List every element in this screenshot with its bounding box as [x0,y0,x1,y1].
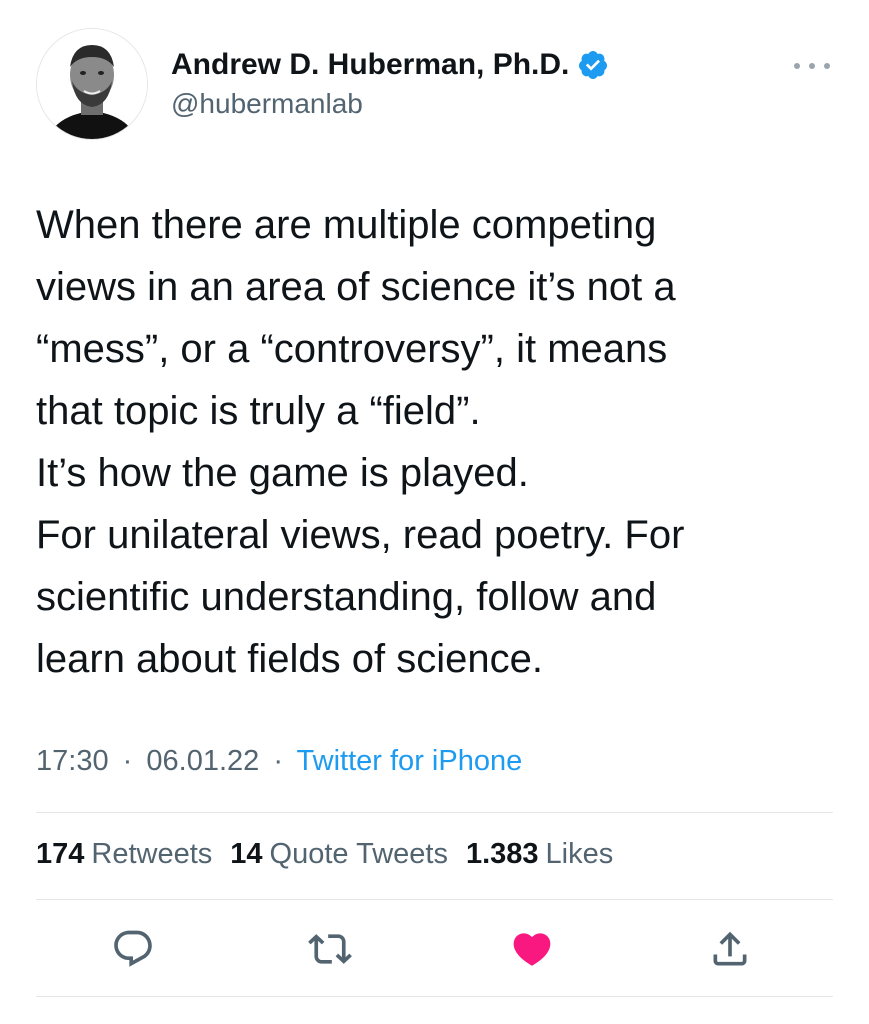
tweet-text-line: “mess”, or a “controversy”, it means [36,327,668,371]
likes-stat[interactable]: 1.383 Likes [466,838,613,871]
divider [36,899,833,900]
tweet-meta: 17:30 · 06.01.22 · Twitter for iPhone [36,745,522,778]
quote-tweets-count: 14 [230,838,263,870]
retweet-button[interactable] [308,927,352,971]
more-dot-icon [824,63,830,69]
tweet-text-line: When there are multiple competing [36,203,657,247]
retweets-count: 174 [36,838,85,870]
author-name-row[interactable]: Andrew D. Huberman, Ph.D. [171,48,609,82]
quote-tweets-label: Quote Tweets [269,838,448,870]
tweet-text: When there are multiple competing views … [36,194,836,690]
retweet-icon [308,934,352,964]
reply-icon [114,930,152,967]
retweets-stat[interactable]: 174 Retweets [36,838,212,871]
reply-button[interactable] [111,927,155,971]
share-icon [713,931,747,966]
share-button[interactable] [708,927,752,971]
more-dot-icon [794,63,800,69]
like-icon [513,933,551,966]
author-handle[interactable]: @hubermanlab [171,88,363,120]
more-dot-icon [809,63,815,69]
tweet-text-line: For unilateral views, read poetry. For [36,513,685,557]
tweet-text-line: It’s how the game is played. [36,451,529,495]
tweet-time[interactable]: 17:30 [36,745,109,777]
tweet-text-line: scientific understanding, follow and [36,575,657,619]
tweet-text-line: that topic is truly a “field”. [36,389,481,433]
likes-label: Likes [545,838,614,870]
avatar[interactable] [36,28,148,140]
tweet-date[interactable]: 06.01.22 [146,745,259,777]
meta-separator: · [122,745,133,777]
verified-badge-icon [577,49,609,81]
more-options-button[interactable] [794,56,830,76]
divider [36,812,833,813]
meta-separator: · [273,745,283,777]
tweet-text-line: learn about fields of science. [36,637,543,681]
tweet-source-link[interactable]: Twitter for iPhone [297,745,523,777]
tweet-text-line: views in an area of science it’s not a [36,265,676,309]
avatar-image [37,29,147,139]
tweet-stats: 174 Retweets 14 Quote Tweets 1.383 Likes [36,838,631,871]
author-display-name[interactable]: Andrew D. Huberman, Ph.D. [171,48,569,82]
retweets-label: Retweets [91,838,213,870]
quote-tweets-stat[interactable]: 14 Quote Tweets [230,838,448,871]
likes-count: 1.383 [465,838,539,870]
like-button[interactable] [510,927,554,971]
divider [36,996,833,997]
